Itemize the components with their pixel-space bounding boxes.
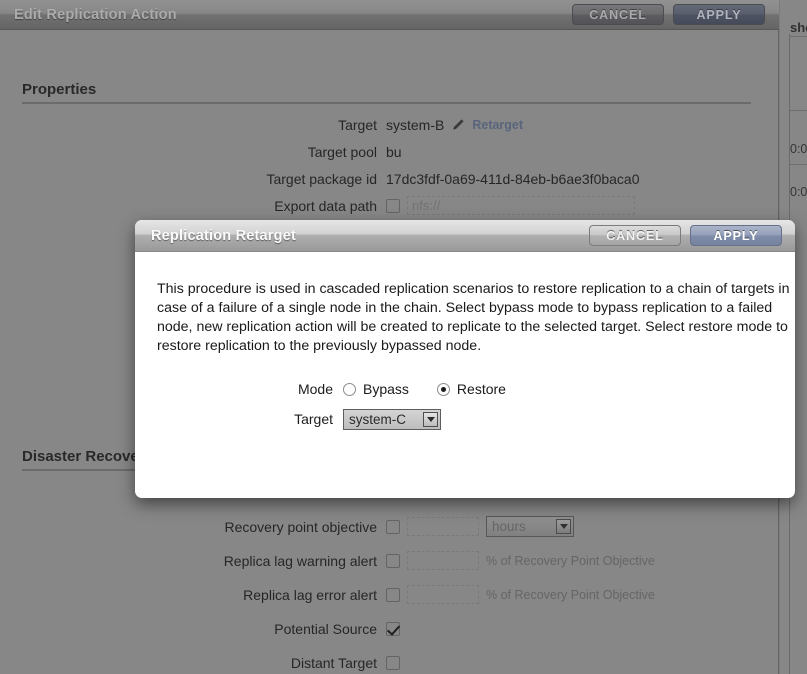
potential-source-checkbox[interactable]: [386, 621, 400, 636]
row-replica-lag-error-alert-value-group: % of Recovery Point Objective: [386, 585, 655, 604]
window-title: Edit Replication Action: [14, 6, 177, 23]
screen: Edit Replication Action CANCEL APPLY Pro…: [0, 0, 807, 674]
export-data-path-checkbox[interactable]: [386, 198, 400, 213]
row-target-value-group: system-B Retarget: [386, 117, 523, 133]
row-potential-source: Potential Source: [0, 615, 760, 642]
dialog-cancel-button[interactable]: CANCEL: [589, 225, 681, 246]
row-distant-target-label: Distant Target: [290, 654, 377, 671]
row-distant-target-value-group: [386, 655, 400, 670]
row-target-package-id: Target package id 17dc3fdf-0a69-411d-84e…: [0, 165, 760, 192]
recovery-point-objective-unit-value: hours: [492, 519, 526, 534]
window-actions: CANCEL APPLY: [572, 4, 765, 25]
row-recovery-point-objective: Recovery point objective hours: [0, 513, 760, 540]
recovery-point-objective-checkbox[interactable]: [386, 519, 400, 534]
row-potential-source-value-group: [386, 621, 400, 636]
recovery-point-objective-unit-select[interactable]: hours: [486, 516, 574, 537]
recovery-point-objective-input[interactable]: [407, 517, 479, 536]
mode-restore-option[interactable]: Restore: [436, 381, 506, 397]
dialog-target-select[interactable]: system-C: [343, 408, 441, 430]
row-target-pool-value: bu: [386, 143, 402, 160]
row-replica-lag-warning-alert-label: Replica lag warning alert: [223, 552, 377, 569]
table-rule: [789, 110, 807, 111]
row-target-pool-label: Target pool: [307, 143, 377, 160]
row-target: Target system-B Retarget: [0, 111, 760, 138]
dialog-titlebar: Replication Retarget CANCEL APPLY: [135, 220, 795, 252]
replica-lag-error-alert-hint: % of Recovery Point Objective: [486, 587, 655, 602]
export-data-path-input[interactable]: nfs://: [407, 196, 635, 215]
table-header-snapshot: shot: [790, 20, 807, 35]
mode-restore-label: Restore: [456, 381, 506, 397]
properties-heading: Properties: [22, 81, 751, 104]
dialog-target-label: Target: [294, 411, 333, 427]
chevron-down-icon: [423, 411, 438, 427]
replication-retarget-dialog: Replication Retarget CANCEL APPLY This p…: [135, 220, 795, 498]
dialog-target-value: system-C: [349, 411, 406, 427]
mode-bypass-label: Bypass: [363, 381, 409, 397]
row-replica-lag-error-alert: Replica lag error alert % of Recovery Po…: [0, 581, 760, 608]
row-target-value: system-B: [386, 116, 445, 133]
table-rule: [789, 164, 807, 165]
mode-restore-radio[interactable]: [436, 382, 450, 396]
window-titlebar: Edit Replication Action CANCEL APPLY: [0, 0, 779, 30]
dialog-title: Replication Retarget: [151, 227, 296, 244]
window-cancel-button[interactable]: CANCEL: [572, 4, 664, 25]
table-rule: [789, 36, 807, 37]
row-export-data-path: Export data path nfs://: [0, 192, 760, 219]
dialog-actions: CANCEL APPLY: [589, 225, 782, 246]
dialog-row-target: Target system-C: [157, 404, 773, 434]
row-recovery-point-objective-label: Recovery point objective: [224, 518, 377, 535]
row-target-pool: Target pool bu: [0, 138, 760, 165]
chevron-down-icon: [556, 519, 571, 534]
replica-lag-error-alert-checkbox[interactable]: [386, 587, 400, 602]
row-target-package-id-label: Target package id: [266, 170, 377, 187]
table-cell-time: 0:00: [790, 142, 807, 156]
retarget-link[interactable]: Retarget: [472, 118, 523, 132]
row-distant-target: Distant Target: [0, 649, 760, 674]
row-recovery-point-objective-value-group: hours: [386, 516, 574, 537]
dialog-apply-button[interactable]: APPLY: [690, 225, 782, 246]
mode-bypass-option[interactable]: Bypass: [343, 381, 409, 397]
window-apply-button[interactable]: APPLY: [673, 4, 765, 25]
replica-lag-error-alert-input[interactable]: [407, 585, 479, 604]
mode-bypass-radio[interactable]: [343, 382, 356, 396]
replica-lag-warning-alert-checkbox[interactable]: [386, 553, 400, 568]
distant-target-checkbox[interactable]: [386, 655, 400, 670]
replica-lag-warning-alert-input[interactable]: [407, 551, 479, 570]
replica-lag-warning-alert-hint: % of Recovery Point Objective: [486, 553, 655, 568]
row-potential-source-label: Potential Source: [274, 620, 377, 637]
dialog-body: This procedure is used in cascaded repli…: [135, 252, 795, 434]
row-export-data-path-value-group: nfs://: [386, 196, 635, 215]
row-export-data-path-label: Export data path: [274, 197, 377, 214]
row-replica-lag-warning-alert: Replica lag warning alert % of Recovery …: [0, 547, 760, 574]
dialog-description: This procedure is used in cascaded repli…: [157, 281, 790, 354]
dialog-row-mode: Mode Bypass Restore: [157, 374, 773, 404]
row-replica-lag-warning-alert-value-group: % of Recovery Point Objective: [386, 551, 655, 570]
row-target-label: Target: [338, 116, 377, 133]
dialog-mode-label: Mode: [297, 381, 333, 397]
row-replica-lag-error-alert-label: Replica lag error alert: [243, 586, 377, 603]
table-cell-time: 0:00: [790, 185, 807, 199]
pencil-icon: [451, 118, 465, 132]
row-target-package-id-value: 17dc3fdf-0a69-411d-84eb-b6ae3f0baca0: [386, 170, 640, 187]
